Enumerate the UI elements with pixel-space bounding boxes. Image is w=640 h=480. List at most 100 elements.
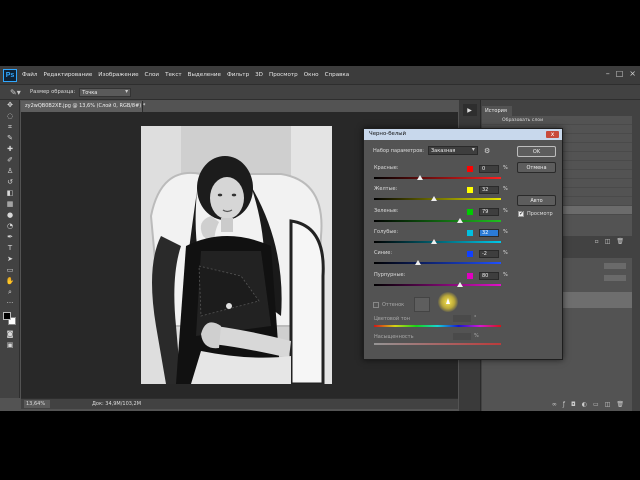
eyedropper-icon[interactable]: ✎▾ xyxy=(10,87,22,97)
menu-image[interactable]: Изображение xyxy=(98,72,138,78)
snapshot-icon[interactable]: ▫ xyxy=(595,238,599,245)
eraser-tool-icon[interactable]: ◧ xyxy=(0,188,20,199)
slider-thumb[interactable] xyxy=(457,282,464,287)
blur-tool-icon[interactable]: ● xyxy=(0,210,20,221)
lasso-tool-icon[interactable]: ◌ xyxy=(0,111,20,122)
trash-icon[interactable]: 🗑 xyxy=(616,238,624,245)
pen-tool-icon[interactable]: ✒ xyxy=(0,232,20,243)
document-tab[interactable]: zy2wQB0B2XE.jpg @ 13,6% (Слой 0, RGB/8#)… xyxy=(21,101,145,112)
play-action-icon[interactable]: ▶ xyxy=(462,104,477,116)
slider-track[interactable] xyxy=(374,284,501,286)
close-icon[interactable]: x xyxy=(546,131,559,138)
window-controls: – □ × xyxy=(606,69,636,78)
preview-checkbox[interactable] xyxy=(518,210,524,217)
tint-option[interactable]: Оттенок xyxy=(373,297,431,312)
photo-canvas[interactable] xyxy=(141,126,332,384)
menu-edit[interactable]: Редактирование xyxy=(43,72,92,78)
slider-value-field[interactable]: 79 xyxy=(479,208,499,216)
slider-value-field[interactable]: 80 xyxy=(479,272,499,280)
history-brush-icon[interactable]: ↺ xyxy=(0,177,20,188)
opacity-field[interactable] xyxy=(604,263,626,269)
slider-thumb[interactable] xyxy=(457,218,464,223)
menu-help[interactable]: Справка xyxy=(325,72,350,78)
move-tool-icon[interactable]: ✥ xyxy=(0,100,20,111)
hue-field[interactable] xyxy=(453,315,471,322)
screen-mode-icon[interactable]: ▣ xyxy=(0,340,20,351)
fill-field[interactable] xyxy=(604,275,626,281)
slider-value-field[interactable]: -2 xyxy=(479,250,499,258)
folder-icon[interactable]: ▭ xyxy=(593,401,599,408)
menu-3d[interactable]: 3D xyxy=(255,72,263,78)
menu-file[interactable]: Файл xyxy=(22,72,37,78)
preset-select[interactable]: Заказная xyxy=(427,146,478,155)
preset-label: Набор параметров: xyxy=(373,147,424,154)
percent-unit: % xyxy=(503,250,508,256)
slider-thumb[interactable] xyxy=(415,260,422,265)
minimize-icon[interactable]: – xyxy=(606,69,610,78)
slider-thumb[interactable] xyxy=(430,239,437,244)
zoom-tool-icon[interactable]: ⌕ xyxy=(0,287,20,298)
ok-button[interactable]: OK xyxy=(517,146,556,157)
zoom-level[interactable]: 13,64% xyxy=(24,400,50,408)
cancel-button[interactable]: Отмена xyxy=(517,162,556,173)
slider-track[interactable] xyxy=(374,241,501,243)
preview-option[interactable]: Просмотр xyxy=(518,210,553,217)
slider-cyans: Голубые: 32 % xyxy=(374,229,511,251)
link-layers-icon[interactable]: ∞ xyxy=(552,401,557,408)
percent-unit: % xyxy=(503,208,508,214)
mask-icon[interactable]: ◘ xyxy=(571,401,576,408)
menu-type[interactable]: Текст xyxy=(165,72,182,78)
adjustment-icon[interactable]: ◐ xyxy=(582,401,587,408)
new-layer-icon[interactable]: ◫ xyxy=(605,401,611,408)
menu-view[interactable]: Просмотр xyxy=(269,72,298,78)
path-selection-icon[interactable]: ➤ xyxy=(0,254,20,265)
menu-filter[interactable]: Фильтр xyxy=(227,72,249,78)
clone-stamp-icon[interactable]: ♙ xyxy=(0,166,20,177)
maximize-icon[interactable]: □ xyxy=(616,69,624,78)
brush-tool-icon[interactable]: ✐ xyxy=(0,155,20,166)
menu-select[interactable]: Выделение xyxy=(188,72,221,78)
new-document-icon[interactable]: ◫ xyxy=(605,238,611,245)
type-tool-icon[interactable]: T xyxy=(0,243,20,254)
saturation-field[interactable] xyxy=(453,333,471,340)
slider-label: Пурпурные: xyxy=(374,272,406,278)
hue-track[interactable] xyxy=(374,325,501,327)
dodge-tool-icon[interactable]: ◔ xyxy=(0,221,20,232)
tab-history[interactable]: История xyxy=(482,106,512,116)
slider-track[interactable] xyxy=(374,198,501,200)
slider-value-field[interactable]: 32 xyxy=(479,229,499,237)
slider-track[interactable] xyxy=(374,262,501,264)
slider-thumb[interactable] xyxy=(430,196,437,201)
document-size-info: Док: 34,9M/103,2M xyxy=(92,401,142,407)
auto-button[interactable]: Авто xyxy=(517,195,556,206)
slider-track[interactable] xyxy=(374,177,501,179)
quick-mask-icon[interactable]: ◙ xyxy=(0,329,20,340)
slider-thumb[interactable] xyxy=(416,175,423,180)
shape-tool-icon[interactable]: ▭ xyxy=(0,265,20,276)
tint-checkbox[interactable] xyxy=(373,301,379,308)
hand-tool-icon[interactable]: ✋ xyxy=(0,276,20,287)
slider-value-field[interactable]: 32 xyxy=(479,186,499,194)
preset-options-icon[interactable]: ⚙ xyxy=(484,147,490,155)
tint-color-swatch[interactable] xyxy=(414,297,431,312)
fx-icon[interactable]: ƒ xyxy=(563,401,565,408)
slider-value-field[interactable]: 0 xyxy=(479,165,499,173)
saturation-track[interactable] xyxy=(374,343,501,345)
foreground-color[interactable] xyxy=(3,312,11,320)
dialog-title-bar[interactable]: Черно-белый x xyxy=(364,129,562,140)
slider-track[interactable] xyxy=(374,220,501,222)
saturation-unit: % xyxy=(474,333,479,339)
gradient-tool-icon[interactable]: ▦ xyxy=(0,199,20,210)
delete-layer-icon[interactable]: 🗑 xyxy=(616,401,624,408)
menu-layers[interactable]: Слои xyxy=(145,72,160,78)
history-item[interactable]: Образовать слои xyxy=(482,116,632,125)
healing-brush-icon[interactable]: ✚ xyxy=(0,144,20,155)
more-tools-icon[interactable]: ··· xyxy=(0,298,20,309)
close-window-icon[interactable]: × xyxy=(629,69,636,78)
sample-size-select[interactable]: Точка xyxy=(79,87,132,97)
eyedropper-tool-icon[interactable]: ✎ xyxy=(0,133,20,144)
crop-tool-icon[interactable]: ⌗ xyxy=(0,122,20,133)
menu-window[interactable]: Окно xyxy=(304,72,319,78)
slider-label: Красные: xyxy=(374,165,399,171)
color-swatches[interactable] xyxy=(0,309,20,329)
